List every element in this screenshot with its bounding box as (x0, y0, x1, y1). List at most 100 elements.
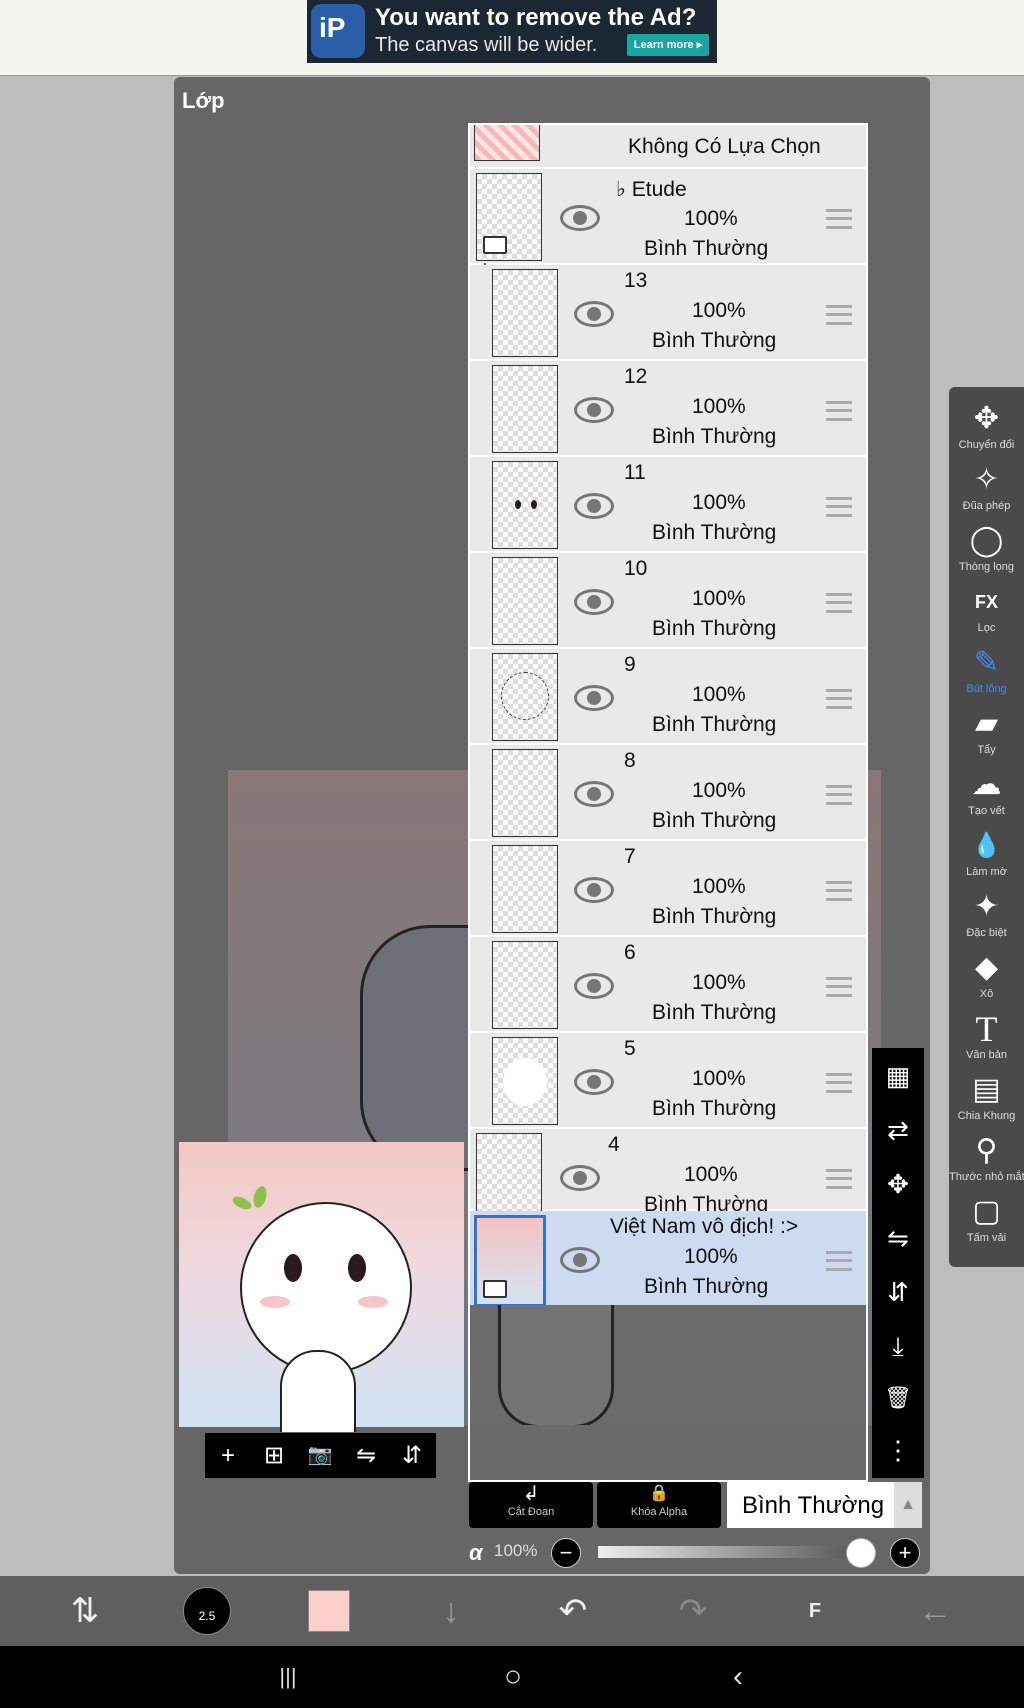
visibility-eye-icon[interactable] (574, 781, 614, 807)
clipping-icon: ↲ (522, 1483, 540, 1505)
layer-row[interactable]: 13 100% Bình Thường (470, 265, 866, 361)
tool-lasso[interactable]: ◯ Thòng lọng (949, 521, 1024, 573)
transparency-checker-icon[interactable]: ▦ (872, 1052, 924, 1100)
layer-list[interactable]: Không Có Lựa Chọn ♭ Etude 100% Bình Thườ… (468, 123, 868, 1482)
drag-handle-icon[interactable] (826, 401, 852, 421)
visibility-eye-icon[interactable] (560, 1247, 600, 1273)
layers-icon[interactable]: F (780, 1576, 850, 1646)
layer-name: 11 (624, 461, 646, 484)
layer-row[interactable]: 10 100% Bình Thường (470, 553, 866, 649)
layer-row[interactable]: 8 100% Bình Thường (470, 745, 866, 841)
back-icon[interactable]: ‹ (708, 1646, 768, 1708)
tool-smudge[interactable]: ☁ Tạo vết (949, 765, 1024, 817)
layer-name: 9 (624, 653, 636, 676)
alpha-lock-button[interactable]: 🔒 Khóa Alpha (597, 1482, 721, 1528)
alpha-symbol: α (469, 1540, 483, 1565)
canvas-artwork-peek (470, 1305, 866, 1428)
tool-filter[interactable]: FX Lọc (949, 582, 1024, 634)
camera-import-button[interactable]: 📷 (297, 1433, 343, 1478)
brush-icon: ✎ (973, 646, 1000, 679)
ad-banner[interactable]: iP You want to remove the Ad? The canvas… (307, 0, 717, 63)
drag-handle-icon[interactable] (826, 881, 852, 901)
add-special-layer-button[interactable]: ⊞ (251, 1433, 297, 1478)
visibility-eye-icon[interactable] (560, 1165, 600, 1191)
ad-logo-text: iP (319, 12, 346, 43)
drag-handle-icon[interactable] (826, 785, 852, 805)
opacity-increase-button[interactable]: + (890, 1538, 920, 1568)
tool-brush[interactable]: ✎ Bút lông (949, 643, 1024, 695)
more-options-icon[interactable]: ⋮ (872, 1426, 924, 1474)
drag-handle-icon[interactable] (826, 593, 852, 613)
visibility-eye-icon[interactable] (560, 205, 600, 231)
layer-row[interactable]: 7 100% Bình Thường (470, 841, 866, 937)
tool-magic-wand[interactable]: ✧ Đũa phép (949, 460, 1024, 512)
home-icon[interactable]: ○ (483, 1646, 543, 1708)
layer-row-selected[interactable]: Việt Nam vô địch! :> 100% Bình Thường (470, 1211, 866, 1307)
drag-handle-icon[interactable] (826, 977, 852, 997)
drag-handle-icon[interactable] (826, 209, 852, 229)
redo-icon[interactable]: ↷ (658, 1576, 728, 1646)
layer-row-folder[interactable]: ♭ Etude 100% Bình Thường (470, 169, 866, 265)
layer-row[interactable]: 12 100% Bình Thường (470, 361, 866, 457)
drag-handle-icon[interactable] (826, 1169, 852, 1189)
tool-blur[interactable]: 💧 Làm mờ (949, 826, 1024, 878)
flip-horizontal-button[interactable]: ⇋ (343, 1433, 389, 1478)
add-layer-button[interactable]: + (205, 1433, 251, 1478)
tool-fill[interactable]: ◆ Xô (949, 948, 1024, 1000)
layer-blend-mode: Bình Thường (644, 1275, 769, 1298)
flip-horizontal-icon[interactable]: ⇋ (872, 1214, 924, 1262)
visibility-eye-icon[interactable] (574, 493, 614, 519)
visibility-eye-icon[interactable] (574, 589, 614, 615)
drag-handle-icon[interactable] (826, 1251, 852, 1271)
layer-row[interactable]: 9 100% Bình Thường (470, 649, 866, 745)
flip-vertical-button[interactable]: ⇵ (389, 1433, 435, 1478)
delete-layer-icon[interactable]: 🗑 (872, 1374, 924, 1422)
swap-tool-icon[interactable]: ⇅ (50, 1576, 120, 1646)
swap-layer-icon[interactable]: ⇄ (872, 1106, 924, 1154)
layer-row[interactable]: 11 100% Bình Thường (470, 457, 866, 553)
visibility-eye-icon[interactable] (574, 877, 614, 903)
recent-apps-icon[interactable]: ||| (258, 1646, 318, 1708)
blend-mode-arrow-icon[interactable]: ▲ (894, 1482, 922, 1528)
visibility-eye-icon[interactable] (574, 973, 614, 999)
color-swatch[interactable] (308, 1590, 350, 1632)
visibility-eye-icon[interactable] (574, 301, 614, 327)
tool-special[interactable]: ✦ Đặc biệt (949, 887, 1024, 939)
tool-frame-divider[interactable]: ▤ Chia Khung (949, 1070, 1024, 1122)
visibility-eye-icon[interactable] (574, 1069, 614, 1095)
visibility-eye-icon[interactable] (574, 685, 614, 711)
tool-canvas[interactable]: ▢ Tấm vải (949, 1192, 1024, 1244)
tool-transform[interactable]: ✥ Chuyển đổi (949, 399, 1024, 451)
down-arrow-icon[interactable]: ↓ (416, 1576, 486, 1646)
clipping-button[interactable]: ↲ Cắt Đoạn (469, 1482, 593, 1528)
drag-handle-icon[interactable] (826, 689, 852, 709)
frame-divider-icon: ▤ (972, 1073, 1001, 1106)
layer-thumbnail (474, 1215, 546, 1307)
tool-text[interactable]: T Văn bản (949, 1009, 1024, 1061)
selection-layer-row[interactable]: Không Có Lựa Chọn (470, 125, 866, 169)
drag-handle-icon[interactable] (826, 1073, 852, 1093)
drag-handle-icon[interactable] (826, 305, 852, 325)
layer-opacity: 100% (692, 491, 746, 514)
layer-name: 10 (624, 557, 648, 580)
opacity-slider-knob[interactable] (846, 1538, 876, 1568)
layer-row[interactable]: 6 100% Bình Thường (470, 937, 866, 1033)
drag-handle-icon[interactable] (826, 497, 852, 517)
undo-icon[interactable]: ↶ (538, 1576, 608, 1646)
flip-vertical-icon[interactable]: ⇵ (872, 1268, 924, 1316)
layer-row[interactable]: 5 100% Bình Thường (470, 1033, 866, 1129)
visibility-eye-icon[interactable] (574, 397, 614, 423)
merge-down-icon[interactable]: ⤓ (872, 1322, 924, 1370)
tool-eyedropper[interactable]: ⚲ Thước nhỏ mắt (949, 1131, 1024, 1183)
ad-learn-more-button[interactable]: Learn more ▸ (627, 34, 709, 56)
layer-row[interactable]: 4 100% Bình Thường (470, 1129, 866, 1221)
tool-eraser[interactable]: ▰ Tẩy (949, 704, 1024, 756)
magic-wand-icon: ✧ (973, 463, 1000, 496)
opacity-slider[interactable] (598, 1546, 861, 1558)
ibispaint-logo-icon: iP (311, 4, 365, 58)
move-layer-icon[interactable]: ✥ (872, 1160, 924, 1208)
back-arrow-icon[interactable]: ← (900, 1576, 970, 1646)
layer-name: 13 (624, 269, 648, 292)
brush-size-button[interactable]: 2.5 (183, 1587, 231, 1635)
opacity-decrease-button[interactable]: − (551, 1538, 581, 1568)
